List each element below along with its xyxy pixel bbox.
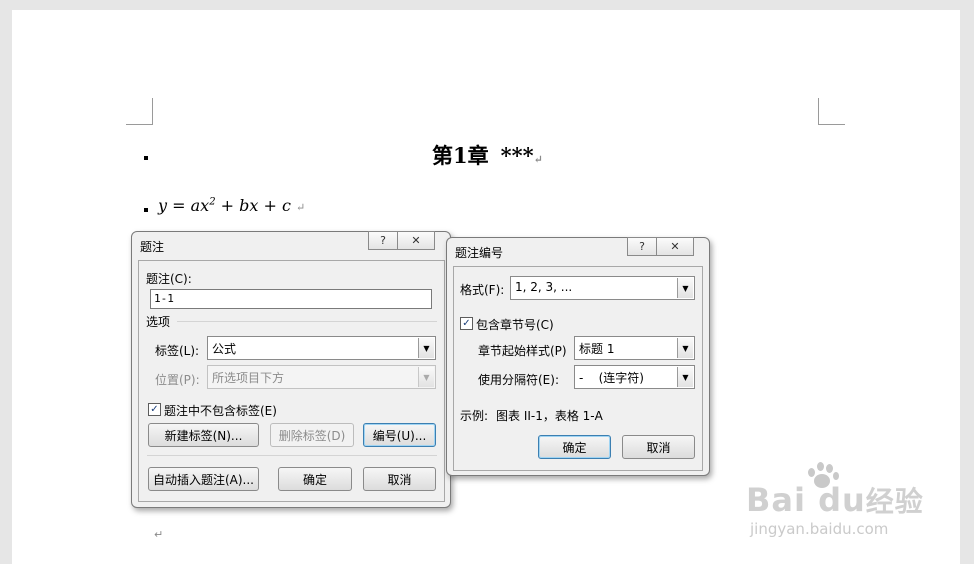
separator-value: - (连字符) xyxy=(579,371,644,385)
chapter-style-label: 章节起始样式(P) xyxy=(478,344,567,358)
ok-button[interactable]: 确定 xyxy=(278,467,352,491)
watermark-brand: Bai du经验 xyxy=(746,480,924,520)
numbering-button[interactable]: 编号(U)... xyxy=(363,423,436,447)
position-label: 位置(P): xyxy=(155,373,200,387)
chapter-style-select[interactable]: 标题 1 ▼ xyxy=(574,336,695,360)
exclude-label-text: 题注中不包含标签(E) xyxy=(164,404,277,418)
cancel-button[interactable]: 取消 xyxy=(363,467,436,491)
dialog-title: 题注 xyxy=(140,240,165,254)
footer-divider xyxy=(147,455,437,456)
chevron-down-icon: ▼ xyxy=(677,367,693,387)
ok-button[interactable]: 确定 xyxy=(538,435,611,459)
help-button[interactable]: ? xyxy=(627,237,657,256)
close-button[interactable]: ✕ xyxy=(398,231,435,250)
dialog-body: 格式(F): 1, 2, 3, ... ▼ ✓ 包含章节号(C) 章节起始样式(… xyxy=(453,266,703,471)
exclude-label-checkbox[interactable]: ✓ xyxy=(148,403,161,416)
heading-title: *** xyxy=(500,143,534,168)
example-label: 示例: xyxy=(460,409,489,423)
position-value: 所选项目下方 xyxy=(212,371,285,385)
chevron-down-icon: ▼ xyxy=(677,338,693,358)
dialog-title: 题注编号 xyxy=(455,246,504,260)
chapter-heading[interactable]: 第1章 ***↵ xyxy=(432,140,543,170)
title-buttons: ? ✕ xyxy=(627,237,694,256)
caption-input[interactable]: 1-1 xyxy=(150,289,432,309)
dialog-body: 题注(C): 1-1 选项 标签(L): 公式 ▼ 位置(P): 所选项目下方 … xyxy=(138,260,445,502)
equation-rhs: + bx + c xyxy=(215,196,291,215)
label-label: 标签(L): xyxy=(155,344,200,358)
watermark-url: jingyan.baidu.com xyxy=(750,520,889,538)
chapter-style-value: 标题 1 xyxy=(579,342,615,356)
delete-label-button[interactable]: 删除标签(D) xyxy=(270,423,354,447)
format-value: 1, 2, 3, ... xyxy=(515,280,573,294)
caption-label: 题注(C): xyxy=(146,272,192,286)
example-value: 图表 II-1，表格 1-A xyxy=(496,409,603,423)
close-button[interactable]: ✕ xyxy=(657,237,694,256)
paragraph-marker xyxy=(144,156,148,160)
format-label: 格式(F): xyxy=(460,283,505,297)
caption-dialog: 题注 ? ✕ 题注(C): 1-1 选项 标签(L): 公式 ▼ 位置(P): … xyxy=(131,231,451,508)
cancel-button[interactable]: 取消 xyxy=(622,435,695,459)
chevron-down-icon: ▼ xyxy=(418,367,434,387)
return-mark: ↵ xyxy=(296,201,306,214)
equation-lhs: y = ax xyxy=(158,196,210,215)
margin-corner-top-left xyxy=(126,98,153,125)
heading-chapter: 第1章 xyxy=(432,143,489,168)
equation[interactable]: y = ax2 + bx + c ↵ xyxy=(158,196,305,215)
paragraph-marker xyxy=(144,208,148,212)
position-select[interactable]: 所选项目下方 ▼ xyxy=(207,365,436,389)
separator-select[interactable]: - (连字符) ▼ xyxy=(574,365,695,389)
autocaption-button[interactable]: 自动插入题注(A)... xyxy=(148,467,259,491)
watermark-sub-brand: 经验 xyxy=(865,485,924,518)
include-chapter-checkbox[interactable]: ✓ xyxy=(460,317,473,330)
return-mark: ↵ xyxy=(533,153,543,166)
margin-corner-top-right xyxy=(818,98,845,125)
new-label-button[interactable]: 新建标签(N)... xyxy=(148,423,259,447)
label-value: 公式 xyxy=(212,342,237,356)
include-chapter-text: 包含章节号(C) xyxy=(476,318,554,332)
label-select[interactable]: 公式 ▼ xyxy=(207,336,436,360)
return-mark: ↵ xyxy=(154,528,164,541)
title-buttons: ? ✕ xyxy=(368,231,435,250)
options-label: 选项 xyxy=(146,315,171,329)
watermark-brand-text: Bai du xyxy=(746,481,866,519)
separator-label: 使用分隔符(E): xyxy=(478,373,559,387)
help-button[interactable]: ? xyxy=(368,231,398,250)
chevron-down-icon: ▼ xyxy=(418,338,434,358)
options-divider xyxy=(177,321,437,322)
chevron-down-icon: ▼ xyxy=(677,278,693,298)
caption-numbering-dialog: 题注编号 ? ✕ 格式(F): 1, 2, 3, ... ▼ ✓ 包含章节号(C… xyxy=(446,237,710,476)
format-select[interactable]: 1, 2, 3, ... ▼ xyxy=(510,276,695,300)
